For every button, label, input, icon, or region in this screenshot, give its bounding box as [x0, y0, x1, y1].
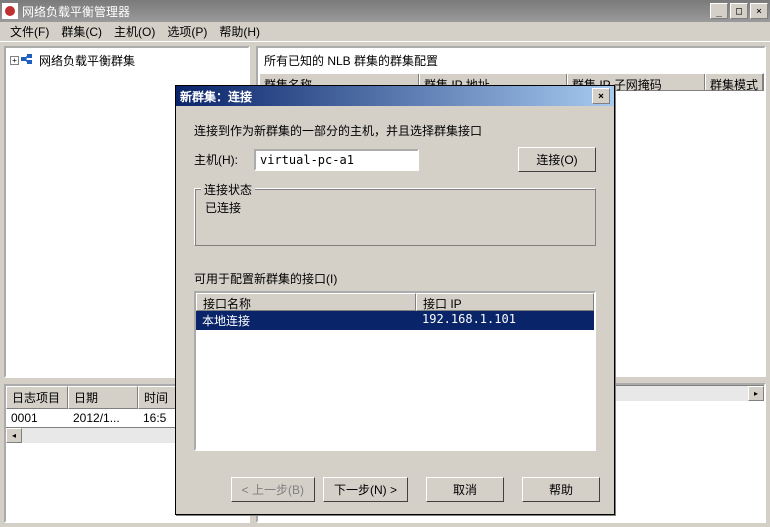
iface-cell-name: 本地连接 [196, 311, 416, 330]
dialog-instructions: 连接到作为新群集的一部分的主机，并且选择群集接口 [194, 122, 596, 139]
interfaces-header: 接口名称 接口 IP [196, 293, 594, 311]
host-input[interactable] [254, 149, 419, 171]
app-titlebar: 网络负载平衡管理器 _ □ × [0, 0, 770, 22]
help-button[interactable]: 帮助 [522, 477, 600, 502]
menu-help[interactable]: 帮助(H) [213, 21, 266, 42]
new-cluster-dialog: 新群集：连接 × 连接到作为新群集的一部分的主机，并且选择群集接口 主机(H):… [175, 85, 615, 515]
close-button[interactable]: × [750, 3, 768, 19]
log-col-item[interactable]: 日志项目 [6, 386, 68, 409]
status-text: 已连接 [205, 199, 585, 216]
connect-button[interactable]: 连接(O) [518, 147, 596, 172]
iface-row-selected[interactable]: 本地连接 192.168.1.101 [196, 311, 594, 330]
menu-cluster[interactable]: 群集(C) [55, 21, 108, 42]
menubar: 文件(F) 群集(C) 主机(O) 选项(P) 帮助(H) [0, 22, 770, 42]
app-title: 网络负载平衡管理器 [22, 3, 708, 20]
log-col-date[interactable]: 日期 [68, 386, 138, 409]
log-cell-date: 2012/1... [68, 411, 138, 425]
host-label: 主机(H): [194, 151, 254, 168]
iface-col-name[interactable]: 接口名称 [196, 293, 416, 311]
back-button: < 上一步(B) [231, 477, 315, 502]
status-legend: 连接状态 [201, 181, 255, 198]
dialog-titlebar[interactable]: 新群集：连接 × [176, 86, 614, 106]
next-button[interactable]: 下一步(N) > [323, 477, 408, 502]
dialog-close-button[interactable]: × [592, 88, 610, 104]
cluster-icon [21, 54, 37, 68]
minimize-button[interactable]: _ [710, 3, 728, 19]
menu-host[interactable]: 主机(O) [108, 21, 161, 42]
log-cell-item: 0001 [6, 411, 68, 425]
iface-col-ip[interactable]: 接口 IP [416, 293, 594, 311]
interfaces-list[interactable]: 接口名称 接口 IP 本地连接 192.168.1.101 [194, 291, 596, 451]
scroll-right-icon[interactable]: ▸ [748, 386, 764, 401]
status-fieldset: 连接状态 已连接 [194, 188, 596, 246]
expand-icon[interactable]: + [10, 56, 19, 65]
cancel-button[interactable]: 取消 [426, 477, 504, 502]
iface-cell-ip: 192.168.1.101 [416, 311, 594, 330]
maximize-button[interactable]: □ [730, 3, 748, 19]
scroll-left-icon[interactable]: ◂ [6, 428, 22, 443]
dialog-title: 新群集：连接 [180, 88, 590, 105]
tree-root-label: 网络负载平衡群集 [39, 52, 135, 69]
col-cluster-mode[interactable]: 群集模式 [705, 74, 763, 90]
tree-root[interactable]: + 网络负载平衡群集 [9, 51, 245, 70]
dialog-button-row: < 上一步(B) 下一步(N) > 取消 帮助 [176, 469, 614, 514]
config-title: 所有已知的 NLB 群集的群集配置 [258, 48, 764, 73]
menu-file[interactable]: 文件(F) [4, 21, 55, 42]
interfaces-label: 可用于配置新群集的接口(I) [194, 270, 596, 287]
app-icon [2, 3, 18, 19]
menu-options[interactable]: 选项(P) [161, 21, 213, 42]
